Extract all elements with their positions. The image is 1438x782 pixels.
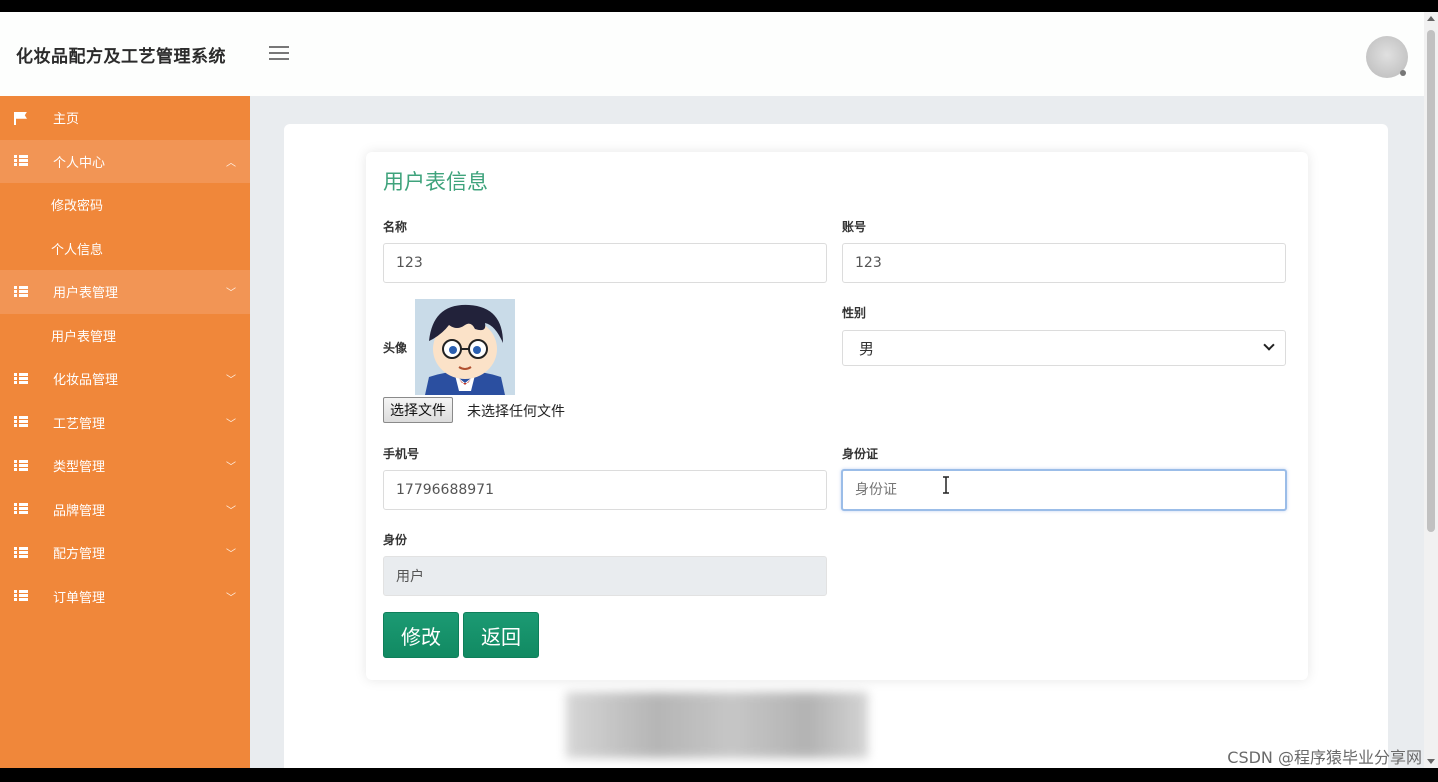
list-icon: [14, 416, 29, 428]
name-input[interactable]: [383, 243, 827, 283]
role-label: 身份: [383, 533, 408, 547]
screen: 化妆品配方及工艺管理系统 主页 个人中心 ︿ 修改密码 个人信息 用户表管理 ﹀…: [0, 12, 1438, 768]
choose-file-button[interactable]: 选择文件: [383, 397, 453, 423]
sidebar-item-orders[interactable]: 订单管理 ﹀: [0, 575, 250, 619]
chevron-up-icon: ︿: [226, 157, 236, 169]
idcard-label: 身份证: [842, 447, 879, 461]
sidebar-subitem-change-password[interactable]: 修改密码: [0, 183, 250, 227]
sidebar: 主页 个人中心 ︿ 修改密码 个人信息 用户表管理 ﹀ 用户表管理 化妆品管理 …: [0, 96, 250, 768]
flag-icon: [14, 111, 29, 125]
gender-label: 性别: [842, 306, 867, 320]
top-header: 化妆品配方及工艺管理系统: [0, 12, 1424, 96]
chevron-down-icon: ﹀: [226, 505, 236, 517]
account-input[interactable]: [842, 243, 1286, 283]
submit-button[interactable]: 修改: [383, 612, 459, 658]
page-scrollbar[interactable]: [1424, 12, 1438, 768]
avatar-image: [415, 299, 515, 395]
idcard-input[interactable]: [841, 469, 1287, 511]
sidebar-item-label: 用户表管理: [53, 286, 119, 302]
chevron-down-icon: [1263, 339, 1275, 351]
sidebar-item-type[interactable]: 类型管理 ﹀: [0, 444, 250, 488]
chevron-down-icon: ﹀: [226, 375, 236, 387]
chevron-down-icon: ﹀: [226, 418, 236, 430]
chevron-down-icon: ﹀: [226, 549, 236, 561]
sidebar-subitem-user-management[interactable]: 用户表管理: [0, 314, 250, 358]
blurred-region: [566, 692, 868, 758]
list-icon: [14, 459, 29, 472]
sidebar-item-label: 工艺管理: [53, 416, 106, 432]
file-status-text: 未选择任何文件: [467, 404, 565, 420]
sidebar-item-home[interactable]: 主页: [0, 96, 250, 140]
account-label: 账号: [842, 220, 867, 234]
list-icon: [14, 285, 29, 298]
cartoon-avatar-icon: [415, 299, 515, 395]
chevron-down-icon: ﹀: [226, 288, 236, 300]
scroll-down-icon[interactable]: [1427, 759, 1435, 764]
phone-label: 手机号: [383, 447, 420, 461]
list-icon: [14, 546, 29, 559]
sidebar-item-formula[interactable]: 配方管理 ﹀: [0, 531, 250, 575]
app-title: 化妆品配方及工艺管理系统: [16, 47, 226, 67]
phone-input[interactable]: [383, 470, 827, 510]
gender-selected-value: 男: [859, 339, 875, 358]
sidebar-item-personal-center[interactable]: 个人中心 ︿: [0, 139, 250, 183]
sidebar-item-label: 主页: [53, 112, 80, 128]
gender-select[interactable]: 男: [842, 330, 1286, 366]
chevron-down-icon: ﹀: [226, 462, 236, 474]
name-label: 名称: [383, 220, 408, 234]
list-icon: [14, 372, 29, 385]
sidebar-item-label: 品牌管理: [53, 503, 106, 519]
sidebar-item-label: 订单管理: [53, 590, 106, 606]
hamburger-menu-icon[interactable]: [269, 46, 289, 62]
list-icon: [14, 590, 29, 602]
avatar-label: 头像: [383, 341, 408, 355]
user-avatar[interactable]: [1366, 36, 1408, 78]
status-dot-icon: [1400, 70, 1406, 76]
back-button[interactable]: 返回: [463, 612, 539, 658]
list-icon: [14, 503, 29, 515]
scroll-up-icon[interactable]: [1427, 16, 1435, 21]
sidebar-item-process[interactable]: 工艺管理 ﹀: [0, 401, 250, 445]
watermark-text: CSDN @程序猿毕业分享网: [1227, 748, 1422, 767]
sidebar-item-cosmetics[interactable]: 化妆品管理 ﹀: [0, 357, 250, 401]
sidebar-item-label: 个人中心: [53, 155, 106, 171]
sidebar-subitem-personal-info[interactable]: 个人信息: [0, 227, 250, 271]
role-input: [383, 556, 827, 596]
chevron-down-icon: ﹀: [226, 592, 236, 604]
list-icon: [14, 155, 29, 167]
user-info-form: 用户表信息 名称 账号 头像 选择文件 未选择任何文件 性别: [366, 152, 1308, 680]
sidebar-item-user-management[interactable]: 用户表管理 ﹀: [0, 270, 250, 314]
sidebar-item-label: 配方管理: [53, 547, 106, 563]
sidebar-item-brand[interactable]: 品牌管理 ﹀: [0, 488, 250, 532]
text-cursor-icon: [943, 476, 949, 494]
form-title: 用户表信息: [383, 170, 488, 194]
scrollbar-thumb[interactable]: [1427, 30, 1435, 532]
sidebar-item-label: 化妆品管理: [53, 373, 119, 389]
sidebar-item-label: 类型管理: [53, 460, 106, 476]
